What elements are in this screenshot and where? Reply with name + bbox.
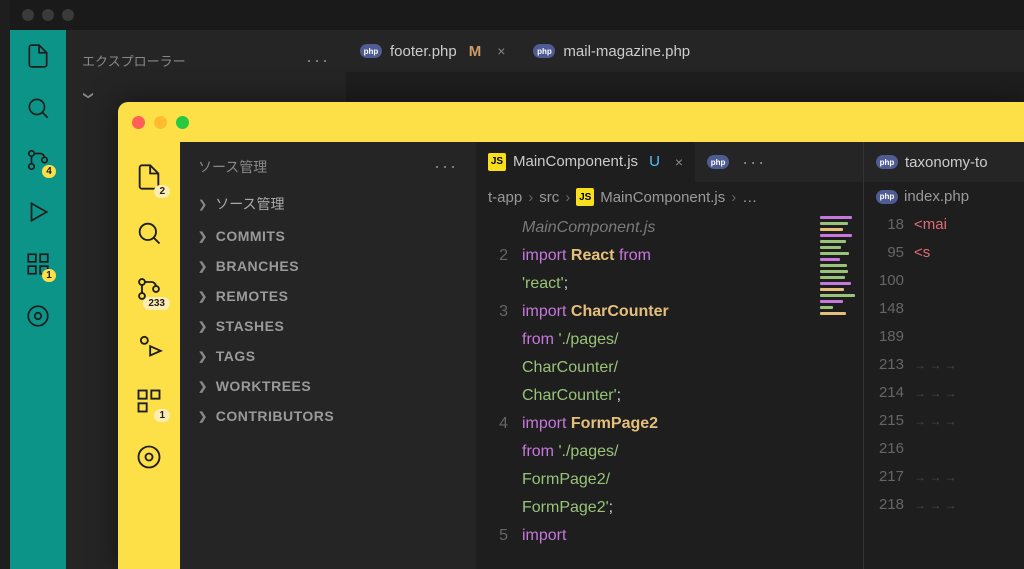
tab-footer.php[interactable]: php footer.php M × xyxy=(346,30,519,72)
back-titlebar xyxy=(10,0,1024,30)
chevron-right-icon: ❯ xyxy=(198,410,208,423)
side-code-editor[interactable]: 1895100148189213214215216217218 <mai<s →… xyxy=(864,211,1024,569)
scm-badge: 233 xyxy=(143,297,170,310)
crumb[interactable]: … xyxy=(742,189,757,206)
tab-label: taxonomy-to xyxy=(905,154,988,171)
section-label: BRANCHES xyxy=(216,258,299,274)
scm-section-stashes[interactable]: ❯ STASHES xyxy=(180,311,476,341)
close-icon[interactable]: × xyxy=(497,43,505,59)
source-control-icon[interactable]: 4 xyxy=(24,146,52,174)
git-status-u: U xyxy=(649,153,660,170)
scm-section-worktrees[interactable]: ❯ WORKTREES xyxy=(180,371,476,401)
front-sidebar: ソース管理 ··· ❯ ソース管理 ❯ COMMITS ❯ BRANCHES ❯ REMOTE… xyxy=(180,142,476,569)
files-badge: 2 xyxy=(154,185,170,198)
scm-panel-title: ソース管理 xyxy=(198,157,267,177)
gitlens-icon[interactable] xyxy=(134,442,164,472)
explorer-icon[interactable] xyxy=(24,42,52,70)
side-tabs: php taxonomy-to xyxy=(864,142,1024,182)
chevron-right-icon: ❯ xyxy=(198,230,208,243)
minimap[interactable] xyxy=(817,212,863,569)
front-titlebar xyxy=(118,102,1024,142)
chevron-right-icon: ❯ xyxy=(198,380,208,393)
explorer-icon[interactable]: 2 xyxy=(134,162,164,192)
tab-maincomponent[interactable]: JS MainComponent.js U × xyxy=(476,142,695,182)
back-activitybar: 4 1 xyxy=(10,30,66,569)
run-debug-icon[interactable] xyxy=(134,330,164,360)
traffic-close-icon[interactable] xyxy=(132,116,145,129)
chevron-down-icon[interactable]: ❯ xyxy=(83,91,94,99)
git-status-m: M xyxy=(469,43,482,60)
code-content[interactable]: MainComponent.jsimport React from'react'… xyxy=(522,212,817,569)
section-label: TAGS xyxy=(216,348,256,364)
php-file-icon: php xyxy=(360,44,382,58)
scm-section-branches[interactable]: ❯ BRANCHES xyxy=(180,251,476,281)
side-gutter: 1895100148189213214215216217218 xyxy=(864,211,914,569)
tab-taxonomy[interactable]: php taxonomy-to xyxy=(864,142,1000,182)
more-icon[interactable]: ··· xyxy=(742,152,766,173)
scm-section-tags[interactable]: ❯ TAGS xyxy=(180,341,476,371)
traffic-minimize-icon[interactable] xyxy=(42,9,54,21)
chevron-right-icon: ❯ xyxy=(198,198,207,211)
side-code-content[interactable]: <mai<s → → →→ → →→ → → → → →→ → → xyxy=(914,211,1024,569)
traffic-zoom-icon[interactable] xyxy=(176,116,189,129)
crumb[interactable]: src xyxy=(539,189,559,206)
foreground-vscode-window: 2 233 1 ソース管理 ··· ❯ ソース管理 ❯ COMMITS ❯ BRANCHE… xyxy=(118,102,1024,569)
scm-badge: 4 xyxy=(42,165,56,178)
scm-section-contributors[interactable]: ❯ CONTRIBUTORS xyxy=(180,401,476,431)
tab-label: mail-magazine.php xyxy=(563,43,690,60)
section-label: STASHES xyxy=(216,318,285,334)
search-icon[interactable] xyxy=(24,94,52,122)
section-label: ソース管理 xyxy=(215,194,284,214)
section-label: COMMITS xyxy=(216,228,286,244)
scm-section-ソース管理[interactable]: ❯ ソース管理 xyxy=(180,187,476,221)
tab-php-extra[interactable]: php ··· xyxy=(695,142,778,182)
extensions-icon[interactable]: 1 xyxy=(134,386,164,416)
source-control-icon[interactable]: 233 xyxy=(134,274,164,304)
section-label: REMOTES xyxy=(216,288,289,304)
chevron-right-icon: ❯ xyxy=(198,260,208,273)
scm-section-remotes[interactable]: ❯ REMOTES xyxy=(180,281,476,311)
front-activitybar: 2 233 1 xyxy=(118,142,180,569)
scm-section-commits[interactable]: ❯ COMMITS xyxy=(180,221,476,251)
js-file-icon: JS xyxy=(488,153,506,171)
php-file-icon: php xyxy=(533,44,555,58)
crumb[interactable]: t-app xyxy=(488,189,522,206)
crumb[interactable]: MainComponent.js xyxy=(600,189,725,206)
run-debug-icon[interactable] xyxy=(24,198,52,226)
traffic-close-icon[interactable] xyxy=(22,9,34,21)
main-tabs: JS MainComponent.js U × php ··· xyxy=(476,142,863,182)
breadcrumbs[interactable]: t-app›src›JSMainComponent.js›… xyxy=(476,182,863,212)
traffic-minimize-icon[interactable] xyxy=(154,116,167,129)
explorer-title: エクスプローラー xyxy=(82,51,186,70)
chevron-right-icon: ❯ xyxy=(198,290,208,303)
js-file-icon: JS xyxy=(576,188,594,206)
line-gutter: 2 3 4 5 xyxy=(476,212,522,569)
ext-badge: 1 xyxy=(154,409,170,422)
crumb-file: index.php xyxy=(904,188,969,205)
extensions-icon[interactable]: 1 xyxy=(24,250,52,278)
search-icon[interactable] xyxy=(134,218,164,248)
tab-mail-magazine.php[interactable]: php mail-magazine.php xyxy=(519,30,704,72)
section-label: CONTRIBUTORS xyxy=(216,408,335,424)
section-label: WORKTREES xyxy=(216,378,312,394)
more-icon[interactable]: ··· xyxy=(434,156,458,177)
traffic-zoom-icon[interactable] xyxy=(62,9,74,21)
side-breadcrumbs[interactable]: php index.php xyxy=(864,182,1024,211)
php-file-icon: php xyxy=(876,190,898,204)
code-editor[interactable]: 2 3 4 5 MainComponent.jsimport React fro… xyxy=(476,212,863,569)
more-icon[interactable]: ··· xyxy=(306,50,330,71)
ext-badge: 1 xyxy=(42,269,56,282)
chevron-right-icon: ❯ xyxy=(198,350,208,363)
chevron-right-icon: ❯ xyxy=(198,320,208,333)
gitlens-icon[interactable] xyxy=(24,302,52,330)
tab-label: MainComponent.js xyxy=(513,153,638,170)
close-icon[interactable]: × xyxy=(675,154,683,170)
back-tabs: php footer.php M × php mail-magazine.php xyxy=(346,30,1024,72)
php-file-icon: php xyxy=(707,155,729,169)
tab-label: footer.php xyxy=(390,43,457,60)
php-file-icon: php xyxy=(876,155,898,169)
front-editor-area: JS MainComponent.js U × php··· t-app›src… xyxy=(476,142,1024,569)
